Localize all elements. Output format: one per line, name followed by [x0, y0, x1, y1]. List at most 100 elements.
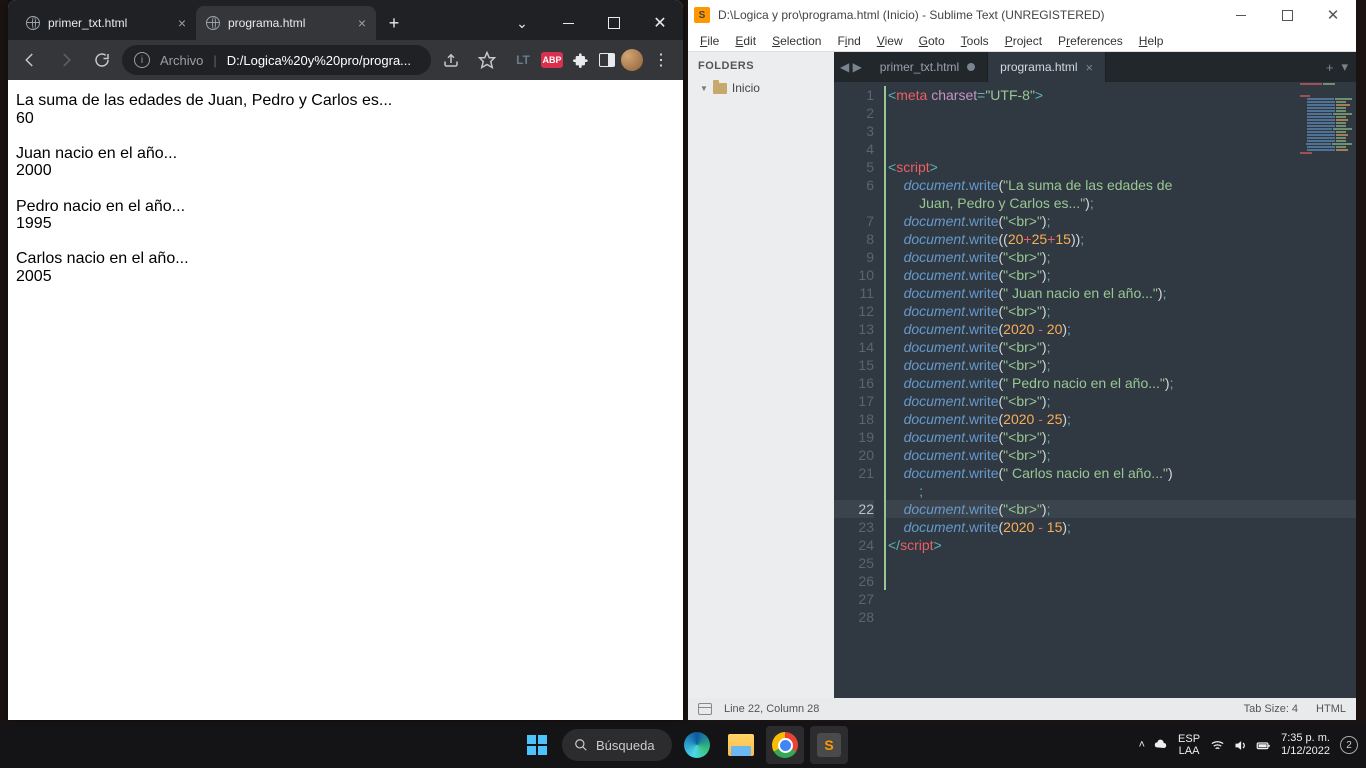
- taskbar-explorer[interactable]: [722, 726, 760, 764]
- bookmark-button[interactable]: [471, 44, 503, 76]
- clock[interactable]: 7:35 p. m. 1/12/2022: [1281, 732, 1330, 758]
- editor-tab-primer[interactable]: primer_txt.html: [868, 52, 988, 82]
- editor: ◀ ▶ primer_txt.html programa.html × + ▾ …: [834, 52, 1356, 698]
- chrome-menu-button[interactable]: ⋮: [649, 48, 673, 72]
- taskbar-right: ˄ ESP LAA 7:35 p. m. 1/12/2022 2: [1139, 732, 1358, 758]
- side-panel-button[interactable]: [599, 53, 615, 67]
- language-indicator[interactable]: ESP LAA: [1178, 733, 1200, 757]
- tab-history-nav[interactable]: ◀ ▶: [834, 52, 868, 82]
- menu-file[interactable]: File: [692, 32, 727, 50]
- wifi-icon: [1210, 738, 1225, 753]
- tab-dropdown-button[interactable]: ▾: [1341, 59, 1348, 75]
- start-button[interactable]: [518, 726, 556, 764]
- notifications-button[interactable]: 2: [1340, 736, 1358, 754]
- modified-dot-icon: [967, 63, 975, 71]
- maximize-button[interactable]: [591, 6, 637, 40]
- browser-tab-programa[interactable]: programa.html ×: [196, 6, 376, 40]
- close-icon[interactable]: ×: [358, 15, 366, 31]
- menu-view[interactable]: View: [869, 32, 911, 50]
- menu-find[interactable]: Find: [829, 32, 868, 50]
- close-button[interactable]: ✕: [637, 6, 683, 40]
- reload-button[interactable]: [86, 44, 118, 76]
- taskbar-edge[interactable]: [678, 726, 716, 764]
- status-bar: Line 22, Column 28 Tab Size: 4 HTML: [688, 698, 1356, 720]
- output-line: Carlos nacio en el año...: [16, 250, 675, 268]
- panel-switcher-icon[interactable]: [698, 703, 712, 715]
- sidebar-header: FOLDERS: [688, 52, 834, 78]
- chrome-toolbar: i Archivo | D:/Logica%20y%20pro/progra..…: [8, 40, 683, 80]
- output-line: 2000: [16, 162, 675, 180]
- lt-extension-icon[interactable]: LT: [511, 48, 535, 72]
- sidebar-folder-inicio[interactable]: ▼ Inicio: [688, 78, 834, 98]
- editor-tab-programa[interactable]: programa.html ×: [988, 52, 1106, 82]
- sidebar: FOLDERS ▼ Inicio: [688, 52, 834, 698]
- taskbar-center: Búsqueda S: [518, 726, 848, 764]
- folder-label: Inicio: [732, 81, 760, 95]
- share-button[interactable]: [435, 44, 467, 76]
- globe-icon: [26, 16, 40, 30]
- output-line: La suma de las edades de Juan, Pedro y C…: [16, 92, 675, 110]
- url-prefix: Archivo: [160, 53, 203, 68]
- output-line: Juan nacio en el año...: [16, 145, 675, 163]
- line-gutter: 1234567891011121314151617181920212223242…: [834, 82, 884, 698]
- menu-bar: File Edit Selection Find View Goto Tools…: [688, 30, 1356, 52]
- page-content: La suma de las edades de Juan, Pedro y C…: [8, 80, 683, 720]
- output-line: Pedro nacio en el año...: [16, 198, 675, 216]
- tray-overflow-icon[interactable]: ˄: [1139, 739, 1145, 751]
- sublime-titlebar[interactable]: S D:\Logica y pro\programa.html (Inicio)…: [688, 0, 1356, 30]
- syntax-mode[interactable]: HTML: [1316, 703, 1346, 715]
- code-area[interactable]: 1234567891011121314151617181920212223242…: [834, 82, 1356, 698]
- abp-extension-icon[interactable]: ABP: [541, 52, 563, 68]
- minimize-button[interactable]: [545, 6, 591, 40]
- menu-help[interactable]: Help: [1131, 32, 1172, 50]
- menu-preferences[interactable]: Preferences: [1050, 32, 1131, 50]
- minimize-button[interactable]: [1218, 0, 1264, 30]
- onedrive-icon[interactable]: [1153, 738, 1168, 753]
- search-icon: [574, 738, 588, 752]
- tab-label: primer_txt.html: [48, 16, 170, 30]
- sublime-body: FOLDERS ▼ Inicio ◀ ▶ primer_txt.html pro…: [688, 52, 1356, 698]
- volume-icon: [1233, 738, 1248, 753]
- extensions-button[interactable]: [569, 48, 593, 72]
- taskbar: Búsqueda S ˄ ESP LAA 7:35 p. m. 1/12/202…: [0, 722, 1366, 768]
- profile-avatar[interactable]: [621, 49, 643, 71]
- window-title: D:\Logica y pro\programa.html (Inicio) -…: [718, 8, 1105, 22]
- menu-edit[interactable]: Edit: [727, 32, 764, 50]
- sublime-logo-icon: S: [694, 7, 710, 23]
- forward-button[interactable]: [50, 44, 82, 76]
- sublime-window: S D:\Logica y pro\programa.html (Inicio)…: [688, 0, 1356, 720]
- output-line: 1995: [16, 215, 675, 233]
- editor-tabs: ◀ ▶ primer_txt.html programa.html × + ▾: [834, 52, 1356, 82]
- taskbar-chrome[interactable]: [766, 726, 804, 764]
- address-bar[interactable]: i Archivo | D:/Logica%20y%20pro/progra..…: [122, 45, 431, 75]
- window-controls: ⌄ ✕: [499, 6, 683, 40]
- menu-project[interactable]: Project: [997, 32, 1050, 50]
- network-sound-battery[interactable]: [1210, 738, 1271, 753]
- close-button[interactable]: ✕: [1310, 0, 1356, 30]
- tab-label: programa.html: [1000, 60, 1077, 74]
- chrome-window: primer_txt.html × programa.html × + ⌄ ✕ …: [8, 0, 683, 720]
- menu-tools[interactable]: Tools: [953, 32, 997, 50]
- menu-goto[interactable]: Goto: [911, 32, 953, 50]
- close-icon[interactable]: ×: [178, 15, 186, 31]
- code-content[interactable]: <meta charset="UTF-8"> <script> document…: [884, 82, 1356, 698]
- maximize-button[interactable]: [1264, 0, 1310, 30]
- window-controls: ✕: [1218, 0, 1356, 30]
- system-tray[interactable]: ˄: [1139, 738, 1168, 753]
- new-tab-button[interactable]: +: [1326, 60, 1334, 75]
- minimap[interactable]: [1296, 82, 1356, 282]
- menu-selection[interactable]: Selection: [764, 32, 829, 50]
- back-button[interactable]: [14, 44, 46, 76]
- taskbar-search[interactable]: Búsqueda: [562, 729, 672, 761]
- taskbar-sublime[interactable]: S: [810, 726, 848, 764]
- browser-tab-primer[interactable]: primer_txt.html ×: [16, 6, 196, 40]
- new-tab-button[interactable]: +: [380, 9, 408, 37]
- separator: |: [213, 53, 216, 68]
- cursor-position[interactable]: Line 22, Column 28: [724, 703, 819, 715]
- close-icon[interactable]: ×: [1086, 60, 1094, 75]
- output-line: 2005: [16, 268, 675, 286]
- output-line: 60: [16, 110, 675, 128]
- tab-search-button[interactable]: ⌄: [499, 6, 545, 40]
- search-placeholder: Búsqueda: [596, 738, 655, 753]
- tab-size[interactable]: Tab Size: 4: [1244, 703, 1298, 715]
